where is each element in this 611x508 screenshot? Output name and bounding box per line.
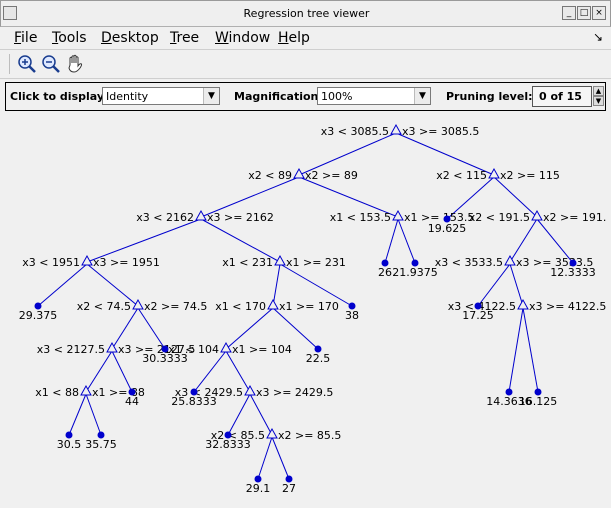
leaf-value-label: 12.3333 [550,266,596,279]
tree-edge [508,307,524,393]
leaf-value-label: 26 [378,266,392,279]
tree-edge [85,393,102,436]
leaf-value-label: 38 [345,309,359,322]
split-left-label: x3 < 2162 [136,211,194,224]
split-right-label: x1 >= 104 [232,343,292,356]
display-select[interactable]: Identity ▼ [102,87,220,105]
zoom-out-icon[interactable] [40,53,62,75]
tree-edge [384,218,399,264]
split-left-label: x1 < 170 [215,300,266,313]
menu-tools[interactable]: Tools [52,30,87,46]
pruning-label: Pruning level: [446,90,533,103]
split-right-label: x2 >= 191. [543,211,606,224]
split-left-label: x3 < 3085.5 [321,125,389,138]
split-left-label: x1 < 153.5 [330,211,391,224]
leaf-value-label: 25.8333 [171,395,217,408]
split-node-marker[interactable] [517,298,529,310]
leaf-value-label: 21.9375 [392,266,438,279]
leaf-value-label: 29.1 [246,482,271,495]
split-right-label: x2 >= 74.5 [144,300,207,313]
leaf-value-label: 27 [282,482,296,495]
magnification-select[interactable]: 100% ▼ [317,87,431,105]
split-right-label: x3 >= 4122.5 [529,300,606,313]
magnification-label: Magnification: [234,90,323,103]
split-left-label: x3 < 1951 [22,256,80,269]
pruning-level-value: 0 of 15 [539,90,582,103]
tree-edge [68,393,87,436]
chevron-down-icon[interactable]: ▼ [203,88,219,104]
control-strip: Click to display: Identity ▼ Magnificati… [5,82,606,111]
split-right-label: x3 >= 2162 [207,211,274,224]
split-left-label: x1 < 88 [35,386,79,399]
regression-tree[interactable]: x3 < 3085.5 x3 >= 3085.5 x2 < 89 x2 >= 89 x2… [5,113,606,505]
split-right-label: x2 >= 115 [500,169,560,182]
display-select-value: Identity [106,90,149,103]
chevron-down-icon[interactable]: ▼ [414,88,430,104]
leaf-value-label: 30.5 [57,438,82,451]
title-bar: Regression tree viewer _ □ × [0,0,611,27]
menu-desktop[interactable]: Desktop [101,30,159,46]
split-right-label: x2 >= 85.5 [278,429,341,442]
leaf-value-label: 22.5 [306,352,331,365]
magnification-select-value: 100% [321,90,353,103]
pan-hand-icon[interactable] [64,53,86,75]
split-right-label: x3 >= 3085.5 [402,125,479,138]
menu-help[interactable]: Help [278,30,310,46]
split-node-marker[interactable] [132,298,144,310]
split-right-label: x1 >= 231 [286,256,346,269]
leaf-value-label: 29.375 [19,309,58,322]
pruning-spinner[interactable]: ▲ ▼ [593,86,604,107]
split-node-marker[interactable] [267,298,279,310]
split-node-marker[interactable] [220,341,232,353]
minimize-icon[interactable]: _ [562,6,576,20]
display-label: Click to display: [10,90,109,103]
split-right-label: x3 >= 2429.5 [256,386,333,399]
tree-edge [257,436,273,480]
toolbar-separator [9,54,10,74]
split-node-marker[interactable] [244,384,256,396]
split-node-marker[interactable] [390,123,402,135]
split-left-label: x3 < 2127.5 [37,343,105,356]
spinner-up-icon[interactable]: ▲ [593,86,604,96]
split-node-marker[interactable] [531,209,543,221]
leaf-value-label: 32.8333 [205,438,251,451]
toolbar [0,50,611,79]
split-right-label: x3 >= 1951 [93,256,160,269]
dock-arrow-icon[interactable]: ↘ [593,30,603,44]
split-left-label: x3 < 3533.5 [435,256,503,269]
split-right-label: x2 >= 89 [305,169,358,182]
tree-edge [397,218,416,264]
leaf-value-label: 44 [125,395,139,408]
split-node-marker[interactable] [266,427,278,439]
menu-file[interactable]: File [14,30,37,46]
spinner-down-icon[interactable]: ▼ [593,96,604,106]
split-left-label: x2 < 115 [436,169,487,182]
menu-window[interactable]: Window [215,30,270,46]
leaf-value-label: 35.75 [85,438,117,451]
split-left-label: x2 < 89 [248,169,292,182]
leaf-value-label: 17.25 [462,309,494,322]
menu-bar: File Tools Desktop Tree Window Help ↘ [0,27,611,50]
tree-panel: x3 < 3085.5 x3 >= 3085.5 x2 < 89 x2 >= 89 x2… [5,113,606,505]
tree-edge [522,307,539,393]
split-left-label: x2 < 191.5 [469,211,530,224]
window-title: Regression tree viewer [243,7,370,20]
leaf-value-label: 16.125 [519,395,558,408]
leaf-value-label: 30.3333 [142,352,188,365]
tree-edge [271,436,290,480]
split-left-label: x1 < 231 [222,256,273,269]
tree-nodes: x3 < 3085.5 x3 >= 3085.5 x2 < 89 x2 >= 89 x2… [19,123,606,495]
menu-tree[interactable]: Tree [170,30,199,46]
split-left-label: x2 < 74.5 [77,300,131,313]
split-right-label: x1 >= 170 [279,300,339,313]
pruning-level-field[interactable]: 0 of 15 [532,86,592,107]
leaf-value-label: 19.625 [428,222,467,235]
zoom-in-icon[interactable] [16,53,38,75]
maximize-icon[interactable]: □ [577,6,591,20]
close-icon[interactable]: × [592,6,606,20]
